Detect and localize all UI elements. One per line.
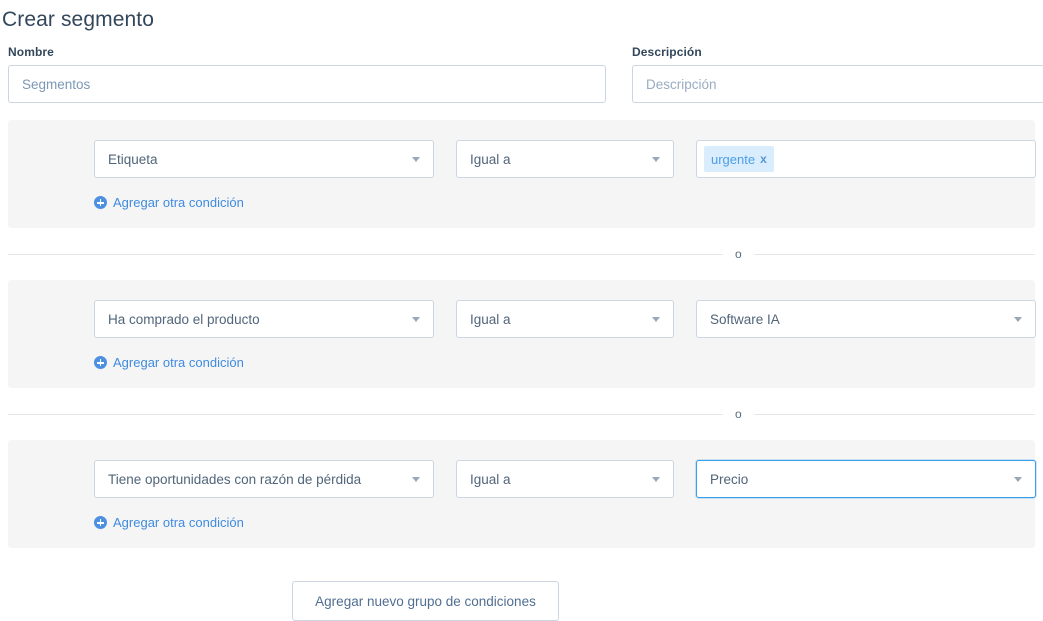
condition-row: Tiene oportunidades con razón de pérdida… <box>8 460 1036 498</box>
plus-circle-icon <box>94 516 107 529</box>
operator-select-value: Igual a <box>470 471 511 487</box>
property-select-value: Etiqueta <box>108 151 158 167</box>
condition-row: Ha comprado el producto Igual a Software… <box>8 300 1036 338</box>
condition-group-3: Tiene oportunidades con razón de pérdida… <box>8 440 1036 548</box>
property-select-wrap: Tiene oportunidades con razón de pérdida <box>94 460 434 498</box>
token-chip-label: urgente <box>711 151 756 167</box>
add-condition-link-3[interactable]: Agregar otra condición <box>94 515 244 530</box>
add-condition-label: Agregar otra condición <box>113 515 244 530</box>
chevron-down-icon <box>652 316 660 322</box>
value-select[interactable]: Software IA <box>696 300 1036 338</box>
add-condition-group-button[interactable]: Agregar nuevo grupo de condiciones <box>292 581 559 621</box>
token-chip[interactable]: urgente x <box>704 146 774 172</box>
value-select-value: Precio <box>710 471 749 487</box>
value-select-value: Software IA <box>710 311 780 327</box>
chevron-down-icon <box>412 316 420 322</box>
top-fields-row: Nombre Descripción <box>0 45 1043 103</box>
value-token-input[interactable]: urgente x <box>696 140 1036 178</box>
description-input[interactable] <box>632 65 1043 103</box>
operator-select-value: Igual a <box>470 311 511 327</box>
or-divider-1: o <box>0 228 1043 280</box>
condition-group-1: Etiqueta Igual a urgente x Agregar otra … <box>8 120 1036 228</box>
chevron-down-icon <box>1014 476 1022 482</box>
chevron-down-icon <box>412 156 420 162</box>
operator-select[interactable]: Igual a <box>456 140 674 178</box>
condition-group-2: Ha comprado el producto Igual a Software… <box>8 280 1036 388</box>
property-select[interactable]: Etiqueta <box>94 140 434 178</box>
divider-line-left <box>8 413 723 415</box>
value-select-wrap: Software IA <box>696 300 1036 338</box>
divider-line-right <box>753 253 1035 255</box>
operator-select-value: Igual a <box>470 151 511 167</box>
operator-select[interactable]: Igual a <box>456 460 674 498</box>
property-select-value: Ha comprado el producto <box>108 311 260 327</box>
chevron-down-icon <box>652 476 660 482</box>
operator-select[interactable]: Igual a <box>456 300 674 338</box>
property-select[interactable]: Tiene oportunidades con razón de pérdida <box>94 460 434 498</box>
or-label: o <box>735 247 742 261</box>
token-remove-icon[interactable]: x <box>760 153 767 165</box>
chevron-down-icon <box>652 156 660 162</box>
add-condition-link-2[interactable]: Agregar otra condición <box>94 355 244 370</box>
property-select-wrap: Etiqueta <box>94 140 434 178</box>
plus-circle-icon <box>94 196 107 209</box>
name-field-label: Nombre <box>8 45 54 59</box>
operator-select-wrap: Igual a <box>456 460 674 498</box>
add-condition-label: Agregar otra condición <box>113 195 244 210</box>
footer-actions: Agregar nuevo grupo de condiciones <box>0 548 1043 621</box>
name-input[interactable] <box>8 65 606 103</box>
description-field-label: Descripción <box>632 45 702 59</box>
or-label: o <box>735 407 742 421</box>
chevron-down-icon <box>412 476 420 482</box>
property-select-wrap: Ha comprado el producto <box>94 300 434 338</box>
condition-row: Etiqueta Igual a urgente x <box>8 140 1036 178</box>
add-condition-label: Agregar otra condición <box>113 355 244 370</box>
operator-select-wrap: Igual a <box>456 140 674 178</box>
value-select[interactable]: Precio <box>696 460 1036 498</box>
divider-line-right <box>753 413 1035 415</box>
divider-line-left <box>8 253 723 255</box>
property-select[interactable]: Ha comprado el producto <box>94 300 434 338</box>
page-title: Crear segmento <box>2 8 154 31</box>
plus-circle-icon <box>94 356 107 369</box>
value-select-wrap: Precio <box>696 460 1036 498</box>
property-select-value: Tiene oportunidades con razón de pérdida <box>108 471 362 487</box>
name-field-group: Nombre <box>8 45 606 103</box>
or-divider-2: o <box>0 388 1043 440</box>
value-token-input-wrap: urgente x <box>696 140 1036 178</box>
add-condition-link-1[interactable]: Agregar otra condición <box>94 195 244 210</box>
chevron-down-icon <box>1014 316 1022 322</box>
operator-select-wrap: Igual a <box>456 300 674 338</box>
description-field-group: Descripción <box>632 45 1043 103</box>
